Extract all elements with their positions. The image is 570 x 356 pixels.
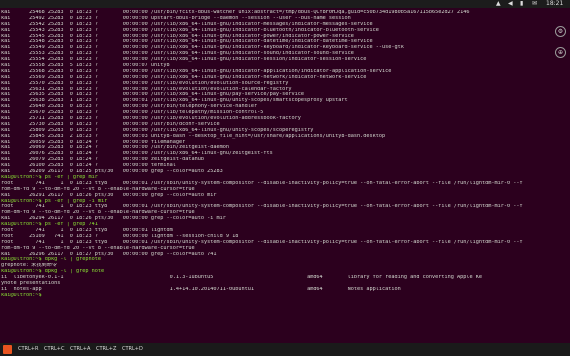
- top-panel: ▲ ◀ ▮ ✉ 18:21: [0, 0, 570, 8]
- shortcut-bar: CTRL+R CTRL+C CTRL+A CTRL+Z CTRL+D: [0, 343, 570, 356]
- tab-icon[interactable]: ⊕: [555, 47, 566, 58]
- keyboard-icon[interactable]: ✉: [532, 1, 537, 7]
- key-ctrl-a[interactable]: CTRL+A: [70, 346, 90, 352]
- terminal-window[interactable]: kai 25468 25283 0 18:23 ? 00:00:00 /usr/…: [0, 8, 570, 343]
- key-ctrl-c[interactable]: CTRL+C: [44, 346, 65, 352]
- terminal-output: kai 25468 25283 0 18:23 ? 00:00:00 /usr/…: [1, 10, 566, 299]
- sound-icon[interactable]: ◀: [508, 1, 513, 7]
- key-ctrl-d[interactable]: CTRL+D: [122, 346, 143, 352]
- clock[interactable]: 18:21: [546, 1, 563, 7]
- key-ctrl-r[interactable]: CTRL+R: [18, 346, 38, 352]
- network-icon[interactable]: ▲: [496, 1, 501, 7]
- battery-icon[interactable]: ▮: [520, 1, 523, 7]
- terminal-line: kai@Ultron:~$: [1, 292, 45, 298]
- settings-icon[interactable]: ⚙: [555, 26, 566, 37]
- terminal-line: ii libetonyek-0.1-1 0.1.3-1ubuntu5 amd64…: [1, 275, 482, 281]
- terminal-side-controls: ⚙ ⊕: [555, 26, 566, 68]
- menu-icon[interactable]: [3, 345, 12, 354]
- key-ctrl-z[interactable]: CTRL+Z: [96, 346, 116, 352]
